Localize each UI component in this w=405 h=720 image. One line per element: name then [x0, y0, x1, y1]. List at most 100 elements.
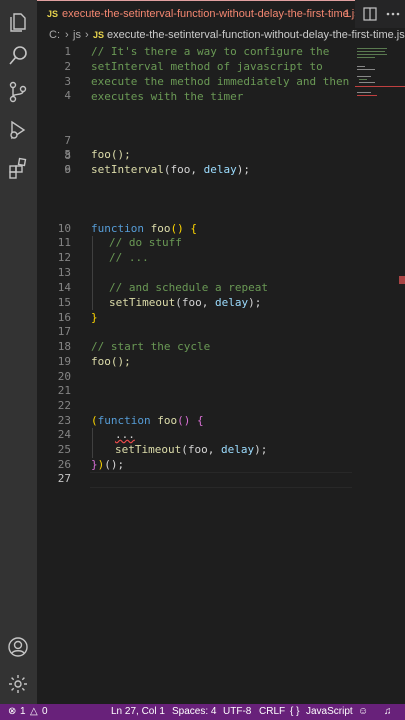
minimap-line [357, 54, 387, 55]
code-token: foo [170, 163, 191, 176]
search-icon[interactable] [6, 44, 30, 68]
code-line: setInterval(foo, delay); [91, 163, 250, 176]
line-number: 7 [64, 133, 71, 147]
end-of-line[interactable]: CRLF [259, 706, 285, 717]
manage-gear-icon[interactable] [6, 672, 30, 696]
more-actions-icon[interactable] [385, 6, 401, 22]
code-token: (foo, [175, 296, 215, 309]
line-number: 3 [64, 74, 71, 88]
extensions-icon[interactable] [6, 156, 30, 180]
code-token: , [190, 163, 204, 176]
minimap-line [357, 92, 371, 93]
code-line: foo(); [91, 355, 131, 368]
code-line: execute the method immediately and then [91, 75, 350, 88]
code-editor[interactable]: 1 2 3 4 5 6 7 8 9 10 11 12 13 14 15 16 17 18 19 20 21 22 23 24 2… [37, 44, 405, 704]
line-number: 10 [57, 222, 71, 235]
split-editor-icon[interactable] [362, 6, 378, 22]
notifications-bell-icon[interactable]: ♫ [384, 706, 392, 717]
tab-bar: JS execute-the-setinterval-function-with… [37, 0, 405, 28]
line-number: 12 [57, 251, 71, 264]
activity-bar [0, 0, 37, 704]
code-token: delay [214, 296, 249, 309]
code-token: setTimeout [109, 296, 176, 309]
code-line-error: ... [115, 428, 135, 441]
minimap-line [357, 57, 375, 58]
breadcrumb-drive[interactable]: C: [49, 29, 60, 41]
code-line: (function foo() { [91, 414, 204, 427]
minimap[interactable] [355, 44, 405, 104]
code-token: foo [150, 222, 171, 235]
code-token: function [97, 414, 151, 427]
breadcrumb: C: › js › JS execute-the-setinterval-fun… [37, 28, 405, 44]
minimap-line [357, 76, 371, 77]
code-line: function foo() { [91, 222, 197, 235]
code-line: setTimeout(foo, delay); [109, 296, 261, 309]
code-token: ( [91, 414, 98, 427]
line-number: 24 [57, 428, 71, 441]
chevron-right-icon: › [85, 29, 89, 41]
line-number: 15 [57, 296, 71, 309]
tab-filename: execute-the-setinterval-function-without… [62, 8, 355, 20]
code-line: // start the cycle [91, 340, 211, 353]
code-token: setTimeout [115, 443, 182, 456]
scrollbar-error-marker [399, 276, 405, 284]
run-debug-icon[interactable] [6, 118, 30, 142]
line-number: 4 [64, 89, 71, 103]
language-braces-icon: { } [290, 706, 300, 717]
code-token: ); [236, 163, 250, 176]
line-number: 17 [57, 325, 71, 338]
code-line: } [91, 311, 98, 324]
breadcrumb-file[interactable]: execute-the-setinterval-function-without… [107, 29, 405, 41]
code-line: // It's there a way to configure the [91, 45, 330, 58]
indentation[interactable]: Spaces: 4 [172, 706, 216, 717]
line-number: 14 [57, 281, 71, 294]
code-token: foo [157, 414, 178, 427]
source-control-icon[interactable] [6, 80, 30, 104]
line-number: 23 [57, 414, 71, 427]
language-mode[interactable]: JavaScript [306, 706, 353, 717]
indent-guide [92, 428, 93, 458]
tab-problem-count: 1 [344, 8, 351, 20]
code-token: (); [104, 458, 125, 471]
breadcrumb-folder[interactable]: js [73, 29, 81, 41]
code-token: ); [254, 443, 268, 456]
indent-guide [92, 236, 93, 310]
code-line: setInterval method of javascript to [91, 60, 323, 73]
line-number: 11 [57, 236, 71, 249]
code-token: () { [170, 222, 197, 235]
minimap-line [357, 66, 365, 67]
minimap-error-line [355, 86, 405, 87]
line-number: 20 [57, 370, 71, 383]
minimap-line [359, 82, 375, 83]
explorer-icon[interactable] [6, 10, 30, 34]
error-icon: ⊗ [8, 706, 17, 717]
cursor-position[interactable]: Ln 27, Col 1 [111, 706, 165, 717]
chevron-right-icon: › [65, 29, 69, 41]
line-number: 25 [57, 443, 71, 456]
minimap-line [357, 51, 385, 52]
encoding[interactable]: UTF-8 [223, 706, 251, 717]
code-line: })(); [91, 458, 124, 471]
code-line: foo(); [91, 148, 131, 161]
minimap-line [359, 79, 367, 80]
error-count[interactable]: 1 [20, 706, 26, 717]
status-bar: ⊗ 1 △ 0 Ln 27, Col 1 Spaces: 4 UTF-8 CRL… [0, 704, 405, 720]
editor-tab[interactable]: JS execute-the-setinterval-function-with… [37, 0, 355, 28]
line-number: 19 [57, 355, 71, 368]
line-number: 16 [57, 311, 71, 324]
minimap-line [357, 69, 375, 70]
code-token: () { [177, 414, 204, 427]
line-number: 27 [57, 472, 71, 485]
line-number: 1 [64, 45, 71, 58]
minimap-line [357, 95, 377, 96]
line-number: 8 [64, 148, 71, 162]
code-line: setTimeout(foo, delay); [115, 443, 267, 456]
warning-count[interactable]: 0 [42, 706, 48, 717]
code-token: setInterval [91, 163, 164, 176]
line-number: 26 [57, 458, 71, 471]
code-token: delay [203, 163, 237, 176]
accounts-icon[interactable] [6, 635, 30, 659]
code-token: function [91, 222, 144, 235]
feedback-icon[interactable]: ☺ [358, 706, 368, 717]
code-line: // ... [109, 251, 149, 264]
